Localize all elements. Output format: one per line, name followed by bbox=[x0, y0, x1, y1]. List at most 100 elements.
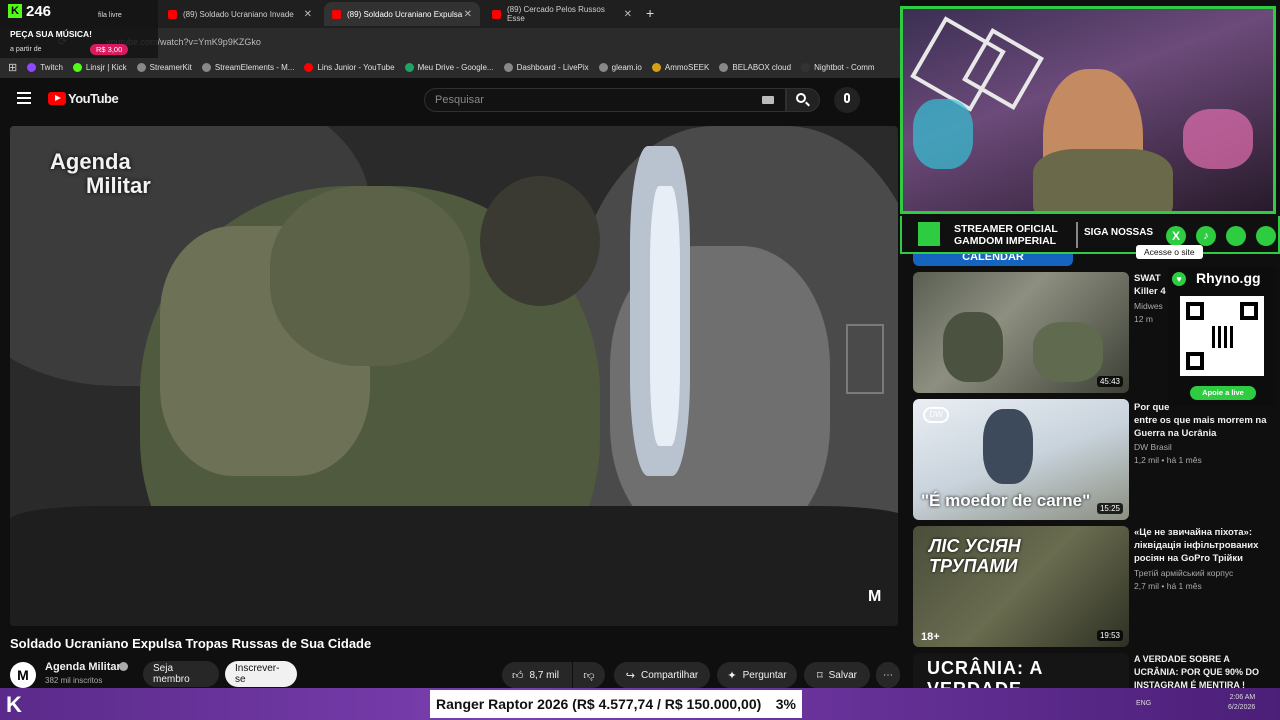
system-clock[interactable]: 2:06 AM 6/2/2026 bbox=[1228, 693, 1255, 713]
share-icon: ↪ bbox=[625, 669, 635, 682]
price-badge: R$ 3,00 bbox=[90, 44, 129, 55]
belabox-icon bbox=[719, 62, 729, 72]
close-tab-icon[interactable]: ✕ bbox=[304, 9, 312, 20]
youtube-logo-text[interactable]: YouTube bbox=[68, 91, 119, 106]
recommendation-title[interactable]: «Це не звичайна піхота»: ліквідація інфі… bbox=[1134, 526, 1274, 565]
globe-icon bbox=[136, 62, 146, 72]
youtube-favicon-icon bbox=[168, 9, 177, 19]
duration-badge: 19:53 bbox=[1096, 630, 1123, 641]
browser-tab-active[interactable]: (89) Soldado Ucraniano Expulsa ✕ bbox=[324, 2, 480, 26]
recommendation-channel[interactable]: Midwes bbox=[1134, 300, 1163, 313]
recommendation-title[interactable]: Por que entre os que mais morrem na Guerr… bbox=[1134, 401, 1274, 440]
more-icon: ⋯ bbox=[883, 669, 893, 681]
goal-percent: 3% bbox=[775, 696, 796, 712]
tiktok-icon: ♪ bbox=[1196, 226, 1216, 246]
music-request-overlay: K 246 fila livre PEÇA SUA MÚSICA! a part… bbox=[0, 0, 158, 58]
thumbs-up-icon: 👍︎ bbox=[512, 669, 524, 682]
bookmark-item[interactable]: AmmoSEEK bbox=[651, 62, 709, 72]
keyboard-language[interactable]: ENG bbox=[1136, 700, 1151, 707]
bookmark-item[interactable]: Dashboard - LivePix bbox=[503, 62, 589, 72]
recommendation-meta: 12 m bbox=[1134, 314, 1153, 324]
brand-label: Rhyno.gg bbox=[1196, 270, 1261, 286]
recommendation-meta: 1,2 mil • há 1 mês bbox=[1134, 455, 1202, 465]
sparkle-icon: ✦ bbox=[727, 669, 737, 682]
subscribe-button[interactable]: Inscrever-se bbox=[225, 661, 297, 687]
save-button[interactable]: ⌑ Salvar bbox=[804, 662, 870, 688]
qr-code-icon bbox=[1180, 296, 1264, 376]
bookmark-item[interactable]: Nightbot - Comm bbox=[801, 62, 875, 72]
channel-avatar[interactable]: M bbox=[10, 662, 36, 688]
x-social-icon: X bbox=[1166, 226, 1186, 246]
recommendation-thumbnail[interactable]: ЛІС УСІЯН ТРУПАМИ 18+ 19:53 bbox=[913, 526, 1129, 647]
subscriber-count: 382 mil inscritos bbox=[45, 676, 103, 685]
apps-grid-icon[interactable]: ⊞ bbox=[8, 61, 17, 74]
keyboard-icon[interactable] bbox=[762, 96, 774, 104]
channel-name[interactable]: Agenda Militar bbox=[45, 661, 121, 673]
gleam-icon bbox=[598, 62, 608, 72]
nightbot-icon bbox=[801, 62, 811, 72]
support-label: Apoie a live bbox=[1190, 386, 1256, 400]
bookmark-item[interactable]: Meu Drive - Google... bbox=[404, 62, 494, 72]
kick-icon bbox=[72, 62, 82, 72]
kick-logo-icon: K bbox=[6, 692, 22, 717]
kick-logo-icon: K bbox=[8, 4, 22, 18]
share-button[interactable]: ↪ Compartilhar bbox=[614, 662, 710, 688]
browser-tab[interactable]: (89) Cercado Pelos Russos Esse ✕ bbox=[484, 2, 640, 26]
bookmark-item[interactable]: Linsjr | Kick bbox=[72, 62, 127, 72]
qr-overlay: ♥ Rhyno.gg Apoie a live bbox=[1168, 266, 1276, 406]
close-tab-icon[interactable]: ✕ bbox=[464, 9, 472, 20]
sponsor-banner: STREAMER OFICIAL GAMDOM IMPERIAL SIGA NO… bbox=[900, 216, 1280, 254]
webcam-overlay bbox=[900, 6, 1276, 214]
thumbnail-caption: UCRÂNIA: A VERDADE bbox=[927, 658, 1043, 688]
recommendation-thumbnail[interactable]: DW "É moedor de carne" 15:25 bbox=[913, 399, 1129, 520]
more-actions-button[interactable]: ⋯ bbox=[876, 662, 900, 688]
like-button[interactable]: 👍︎ 8,7 mil bbox=[502, 662, 572, 688]
youtube-favicon-icon bbox=[332, 9, 341, 19]
price-from-label: a partir de bbox=[10, 46, 42, 53]
thumbnail-caption: ЛІС УСІЯН ТРУПАМИ bbox=[929, 536, 1021, 576]
recommendation-title[interactable]: A VERDADE SOBRE A UCRÂNIA: POR QUE 90% D… bbox=[1134, 653, 1264, 692]
recommendation-thumbnail[interactable]: UCRÂNIA: A VERDADE bbox=[913, 653, 1129, 688]
bookmark-item[interactable]: gleam.io bbox=[598, 62, 642, 72]
bookmark-item[interactable]: Twitch bbox=[27, 62, 63, 72]
viewer-count: 246 bbox=[26, 3, 52, 20]
channel-watermark-icon: M bbox=[868, 588, 882, 605]
join-button[interactable]: Seja membro bbox=[143, 661, 219, 687]
new-tab-button[interactable]: + bbox=[646, 5, 654, 21]
video-player[interactable]: Agenda Militar M bbox=[10, 126, 898, 626]
music-request-label: PEÇA SUA MÚSICA! bbox=[10, 29, 93, 39]
dislike-button[interactable]: 👎︎ bbox=[573, 662, 605, 688]
age-restriction-badge: 18+ bbox=[921, 631, 940, 643]
microphone-icon bbox=[844, 93, 850, 103]
voice-search-button[interactable] bbox=[834, 87, 860, 113]
drive-icon bbox=[404, 62, 414, 72]
dw-logo-icon: DW bbox=[923, 407, 949, 423]
thumbs-down-icon: 👎︎ bbox=[583, 669, 595, 682]
recommendation-channel[interactable]: DW Brasil bbox=[1134, 441, 1172, 454]
bookmark-item[interactable]: Lins Junior - YouTube bbox=[304, 62, 395, 72]
bookmark-item[interactable]: BELABOX cloud bbox=[719, 62, 791, 72]
heart-icon: ♥ bbox=[1172, 272, 1186, 286]
follow-label: SIGA NOSSAS bbox=[1084, 227, 1154, 238]
recommendation-channel[interactable]: Третій армійський корпус bbox=[1134, 567, 1233, 580]
youtube-favicon-icon bbox=[492, 9, 501, 19]
livepix-icon bbox=[503, 62, 513, 72]
goal-text: Ranger Raptor 2026 (R$ 4.577,74 / R$ 150… bbox=[436, 696, 762, 712]
site-link-label: Acesse o site bbox=[1136, 245, 1203, 259]
browser-tab[interactable]: (89) Soldado Ucraniano Invade ✕ bbox=[160, 2, 320, 26]
bookmark-item[interactable]: StreamElements - M... bbox=[201, 62, 294, 72]
queue-status: fila livre bbox=[98, 12, 122, 19]
youtube-social-icon bbox=[1226, 226, 1246, 246]
recommendation-thumbnail[interactable]: 45:43 bbox=[913, 272, 1129, 393]
ask-button[interactable]: ✦ Perguntar bbox=[717, 662, 797, 688]
menu-icon[interactable] bbox=[17, 92, 31, 104]
youtube-logo-icon[interactable] bbox=[48, 92, 66, 105]
search-button[interactable] bbox=[786, 88, 820, 112]
twitch-icon bbox=[27, 62, 37, 72]
youtube-icon bbox=[304, 62, 314, 72]
sponsor-text: STREAMER OFICIAL GAMDOM IMPERIAL bbox=[954, 223, 1058, 247]
video-watermark: Agenda Militar bbox=[50, 149, 151, 198]
close-tab-icon[interactable]: ✕ bbox=[624, 9, 632, 20]
search-input[interactable]: Pesquisar bbox=[424, 88, 786, 112]
bookmark-item[interactable]: StreamerKit bbox=[136, 62, 192, 72]
